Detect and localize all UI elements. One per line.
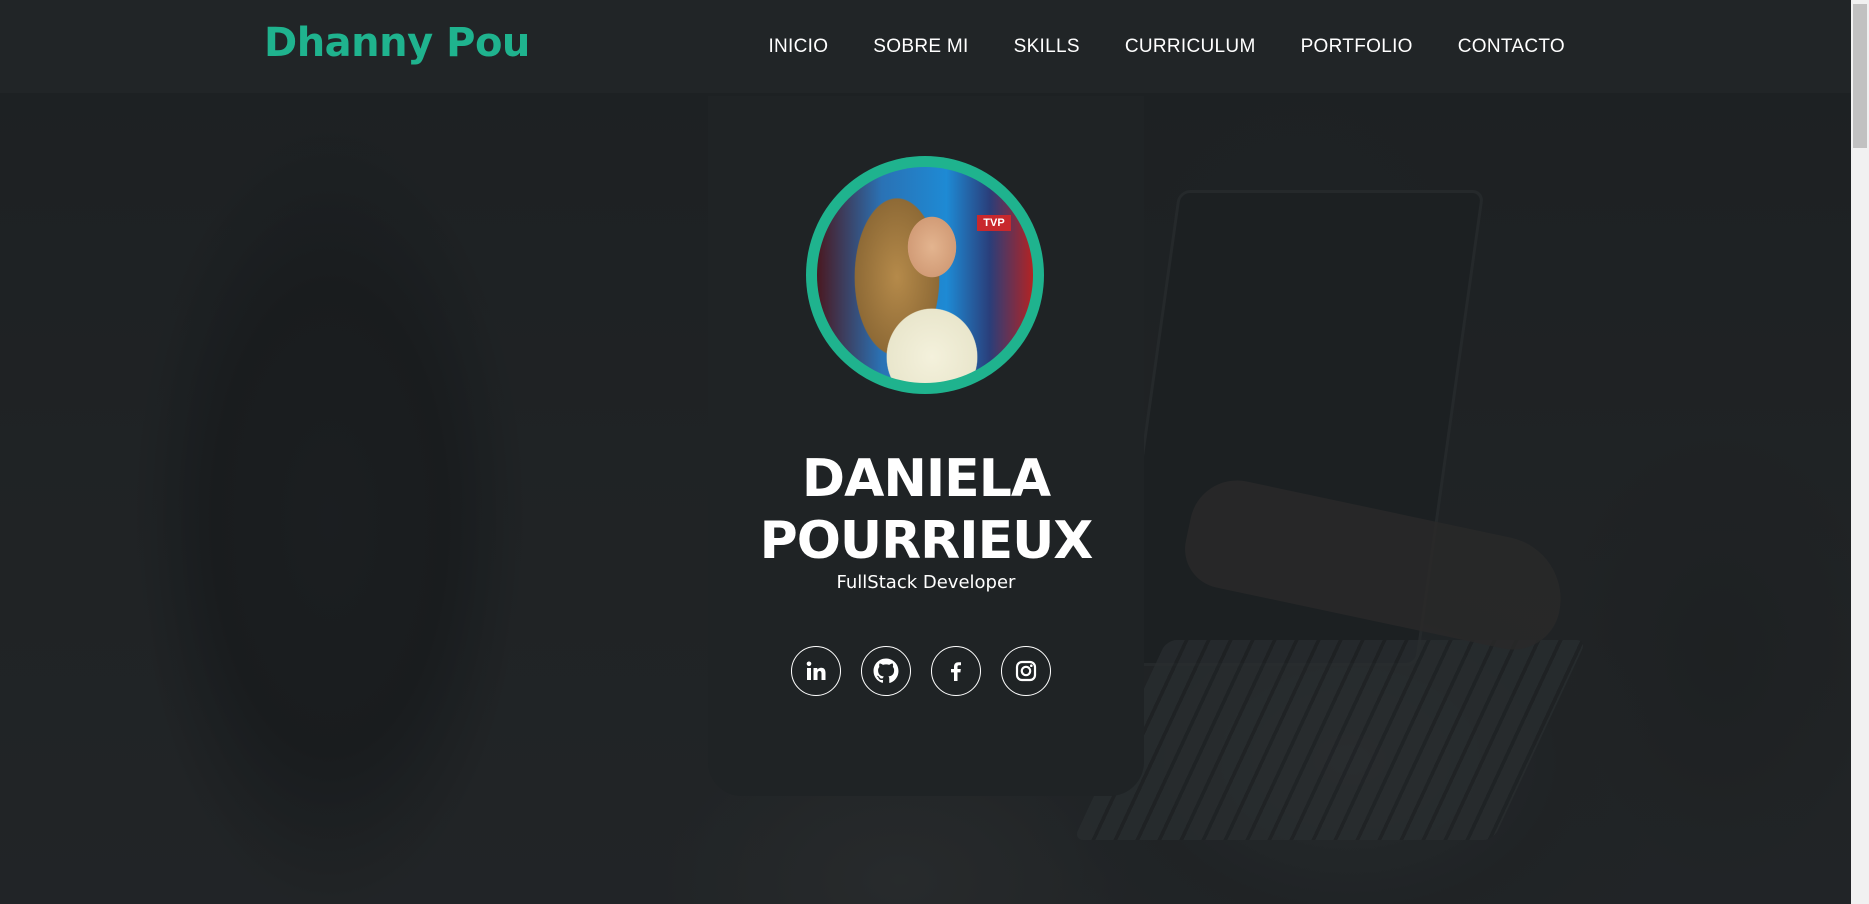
nav-item-contacto[interactable]: CONTACTO — [1458, 36, 1565, 58]
scrollbar-thumb[interactable] — [1853, 4, 1867, 148]
github-button[interactable] — [861, 646, 911, 696]
avatar: TVP — [817, 167, 1033, 383]
facebook-button[interactable] — [931, 646, 981, 696]
profile-name-last: POURRIEUX — [759, 511, 1094, 571]
linkedin-button[interactable] — [791, 646, 841, 696]
nav-item-skills[interactable]: SKILLS — [1014, 36, 1080, 58]
profile-role: FullStack Developer — [836, 572, 1016, 593]
profile-name: DANIELA POURRIEUX — [708, 448, 1144, 572]
page-scrollbar[interactable] — [1851, 0, 1869, 904]
nav-item-portfolio[interactable]: PORTFOLIO — [1301, 36, 1413, 58]
linkedin-icon — [806, 661, 826, 680]
social-links — [791, 646, 1051, 696]
github-icon — [873, 658, 899, 683]
profile-card: TVP DANIELA POURRIEUX FullStack Develope… — [708, 96, 1144, 796]
instagram-icon — [1015, 660, 1037, 682]
nav-item-sobre-mi[interactable]: SOBRE MI — [873, 36, 968, 58]
main-nav: INICIO SOBRE MI SKILLS CURRICULUM PORTFO… — [723, 36, 1565, 58]
facebook-icon — [951, 662, 961, 681]
avatar-photo-badge: TVP — [977, 215, 1011, 231]
avatar-ring: TVP — [806, 156, 1044, 394]
site-header: Dhanny Pou INICIO SOBRE MI SKILLS CURRIC… — [0, 0, 1851, 93]
site-logo[interactable]: Dhanny Pou — [264, 20, 530, 66]
nav-item-curriculum[interactable]: CURRICULUM — [1125, 36, 1256, 58]
page: Dhanny Pou INICIO SOBRE MI SKILLS CURRIC… — [0, 0, 1869, 904]
profile-name-first: DANIELA — [801, 449, 1051, 509]
instagram-button[interactable] — [1001, 646, 1051, 696]
nav-item-inicio[interactable]: INICIO — [768, 36, 828, 58]
